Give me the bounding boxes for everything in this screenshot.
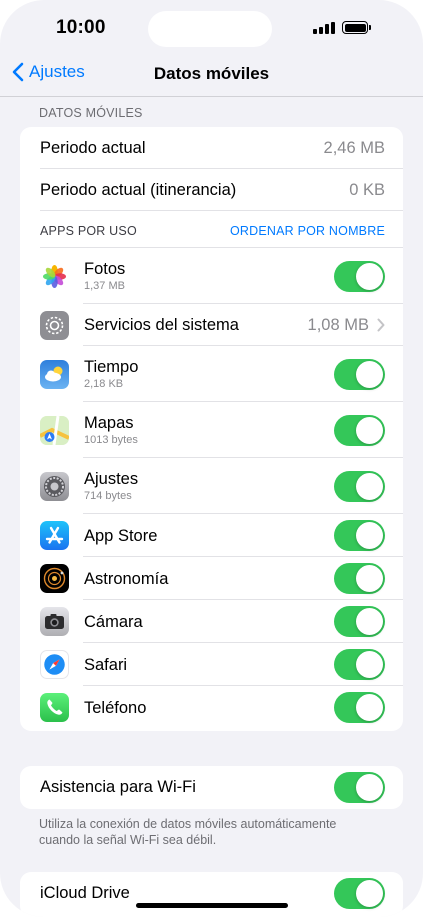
current-period-row: Periodo actual 2,46 MB: [20, 127, 403, 169]
app-name: Teléfono: [84, 698, 147, 717]
app-usage: 714 bytes: [84, 490, 132, 502]
app-row-camara: Cámara: [20, 600, 403, 643]
tiempo-toggle[interactable]: [334, 358, 385, 390]
battery-tip: [369, 25, 371, 30]
roaming-period-value: 0 KB: [349, 180, 385, 199]
system-services-value: 1,08 MB: [307, 315, 369, 334]
chevron-right-icon: [377, 318, 385, 332]
app-name: Tiempo: [84, 358, 139, 376]
camara-toggle[interactable]: [334, 606, 385, 637]
apps-by-usage-header: APPS POR USO ORDENAR POR NOMBRE: [20, 211, 403, 248]
app-row-telefono: Teléfono: [20, 686, 403, 729]
app-name: App Store: [84, 526, 158, 545]
icloud-card: iCloud Drive: [20, 872, 403, 917]
app-name: Fotos: [84, 260, 126, 278]
app-name: Servicios del sistema: [84, 316, 239, 334]
app-row-astronomia: Astronomía: [20, 557, 403, 600]
app-row-ajustes: Ajustes 714 bytes: [20, 458, 403, 514]
wifi-assist-label: Asistencia para Wi-Fi: [40, 778, 196, 796]
mapas-toggle[interactable]: [334, 414, 385, 446]
current-period-value: 2,46 MB: [323, 138, 385, 157]
page-title: Datos móviles: [153, 64, 270, 83]
roaming-period-label: Periodo actual (itinerancia): [40, 180, 237, 199]
app-row-app-store: App Store: [20, 514, 403, 557]
icloud-drive-label: iCloud Drive: [40, 884, 130, 902]
safari-toggle[interactable]: [334, 649, 385, 680]
sort-by-name-button[interactable]: ORDENAR POR NOMBRE: [230, 224, 385, 238]
wifi-assist-row: Asistencia para Wi-Fi: [20, 766, 403, 809]
battery-icon: [342, 21, 368, 34]
astronomia-toggle[interactable]: [334, 563, 385, 594]
weather-icon: [40, 359, 69, 389]
wifi-assist-toggle[interactable]: [334, 772, 385, 803]
icloud-drive-toggle[interactable]: [334, 878, 385, 909]
current-period-label: Periodo actual: [40, 138, 146, 157]
app-row-safari: Safari: [20, 643, 403, 686]
cellular-signal-icon: [313, 22, 335, 34]
apps-by-usage-label: APPS POR USO: [40, 223, 137, 238]
camera-icon: [40, 607, 69, 636]
fotos-toggle[interactable]: [334, 260, 385, 292]
app-name: Cámara: [84, 612, 143, 631]
wifi-assist-footnote: Utiliza la conexión de datos móviles aut…: [39, 817, 337, 847]
maps-icon: [40, 415, 69, 445]
app-usage: 1013 bytes: [84, 434, 138, 446]
home-indicator: [136, 903, 288, 908]
status-time: 10:00: [56, 17, 106, 38]
app-usage: 2,18 KB: [84, 378, 124, 390]
app-store-icon: [40, 521, 69, 550]
nav-divider: [0, 96, 423, 97]
phone-icon: [40, 693, 69, 722]
photos-icon: [40, 261, 69, 291]
section-header-mobile-data: DATOS MÓVILES: [39, 106, 143, 120]
settings-icon: [40, 471, 69, 501]
app-name: Astronomía: [84, 569, 169, 588]
app-usage: 1,37 MB: [84, 280, 125, 292]
app-row-fotos: Fotos 1,37 MB: [20, 248, 403, 304]
safari-icon: [40, 650, 69, 679]
roaming-period-row: Periodo actual (itinerancia) 0 KB: [20, 169, 403, 211]
astronomy-icon: [40, 564, 69, 593]
dynamic-island: [148, 11, 272, 47]
icloud-drive-row: iCloud Drive: [20, 872, 403, 915]
phone-screen: 10:00 Ajustes Datos móviles DATOS MÓVILE…: [0, 0, 423, 917]
app-name: Safari: [84, 655, 128, 674]
app-name: Mapas: [84, 414, 134, 432]
usage-card: Periodo actual 2,46 MB Periodo actual (i…: [20, 127, 403, 731]
app-store-toggle[interactable]: [334, 520, 385, 551]
ajustes-toggle[interactable]: [334, 470, 385, 502]
app-row-tiempo: Tiempo 2,18 KB: [20, 346, 403, 402]
wifi-assist-card: Asistencia para Wi-Fi: [20, 766, 403, 809]
settings-gear-icon: [40, 310, 69, 340]
telefono-toggle[interactable]: [334, 692, 385, 723]
app-row-mapas: Mapas 1013 bytes: [20, 402, 403, 458]
app-row-system-services[interactable]: Servicios del sistema 1,08 MB: [20, 304, 403, 346]
app-name: Ajustes: [84, 470, 139, 488]
